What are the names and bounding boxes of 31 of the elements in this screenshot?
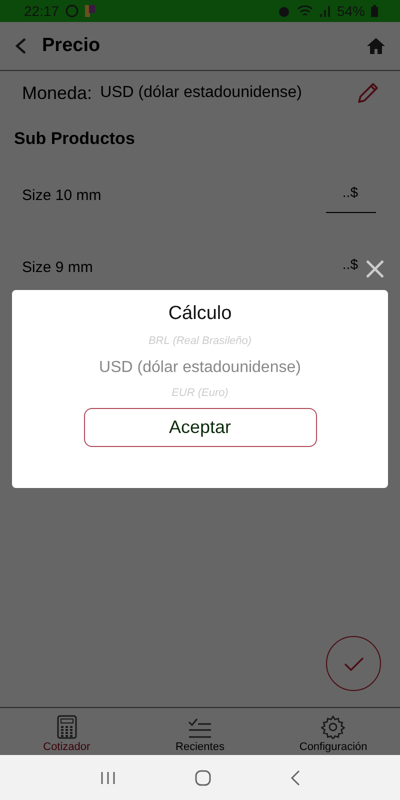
back-icon[interactable] bbox=[14, 37, 28, 55]
home-icon[interactable] bbox=[366, 37, 386, 55]
nav-tab[interactable]: Configuración bbox=[266, 708, 400, 755]
accept-button[interactable]: Aceptar bbox=[84, 408, 316, 447]
settings-icon bbox=[321, 715, 346, 739]
battery-icon bbox=[371, 5, 378, 17]
checklist-icon bbox=[188, 717, 212, 739]
confirm-button[interactable] bbox=[326, 636, 381, 691]
currency-value: USD (dólar estadounidense) bbox=[100, 84, 302, 102]
product-name: Size 9 mm bbox=[22, 258, 94, 276]
wifi-icon bbox=[296, 4, 313, 18]
nav-tab[interactable]: Recientes bbox=[133, 708, 267, 755]
currency-option[interactable]: USD (dólar estadounidense) bbox=[99, 359, 301, 377]
status-time: 22:17 bbox=[24, 3, 60, 19]
dialog-title: Cálculo bbox=[168, 303, 232, 325]
calculator-icon bbox=[56, 715, 77, 739]
signal-icon bbox=[318, 5, 331, 17]
pencil-icon[interactable] bbox=[356, 81, 380, 105]
recents-icon[interactable] bbox=[100, 770, 116, 784]
checkmark-icon bbox=[342, 656, 364, 672]
page-title: Precio bbox=[42, 35, 100, 57]
close-button[interactable] bbox=[364, 258, 386, 280]
price-field[interactable]: ..$ bbox=[326, 250, 376, 284]
price-field[interactable]: ..$ bbox=[326, 178, 376, 212]
nav-tab[interactable]: Cotizador bbox=[0, 708, 134, 755]
currency-label: Moneda: bbox=[22, 82, 92, 104]
home-button-icon[interactable] bbox=[194, 770, 211, 786]
section-title: Sub Productos bbox=[13, 128, 136, 150]
product-name: Size 10 mm bbox=[22, 186, 102, 204]
battery-percent: 54% bbox=[336, 3, 365, 19]
back-nav-icon[interactable] bbox=[290, 770, 300, 786]
